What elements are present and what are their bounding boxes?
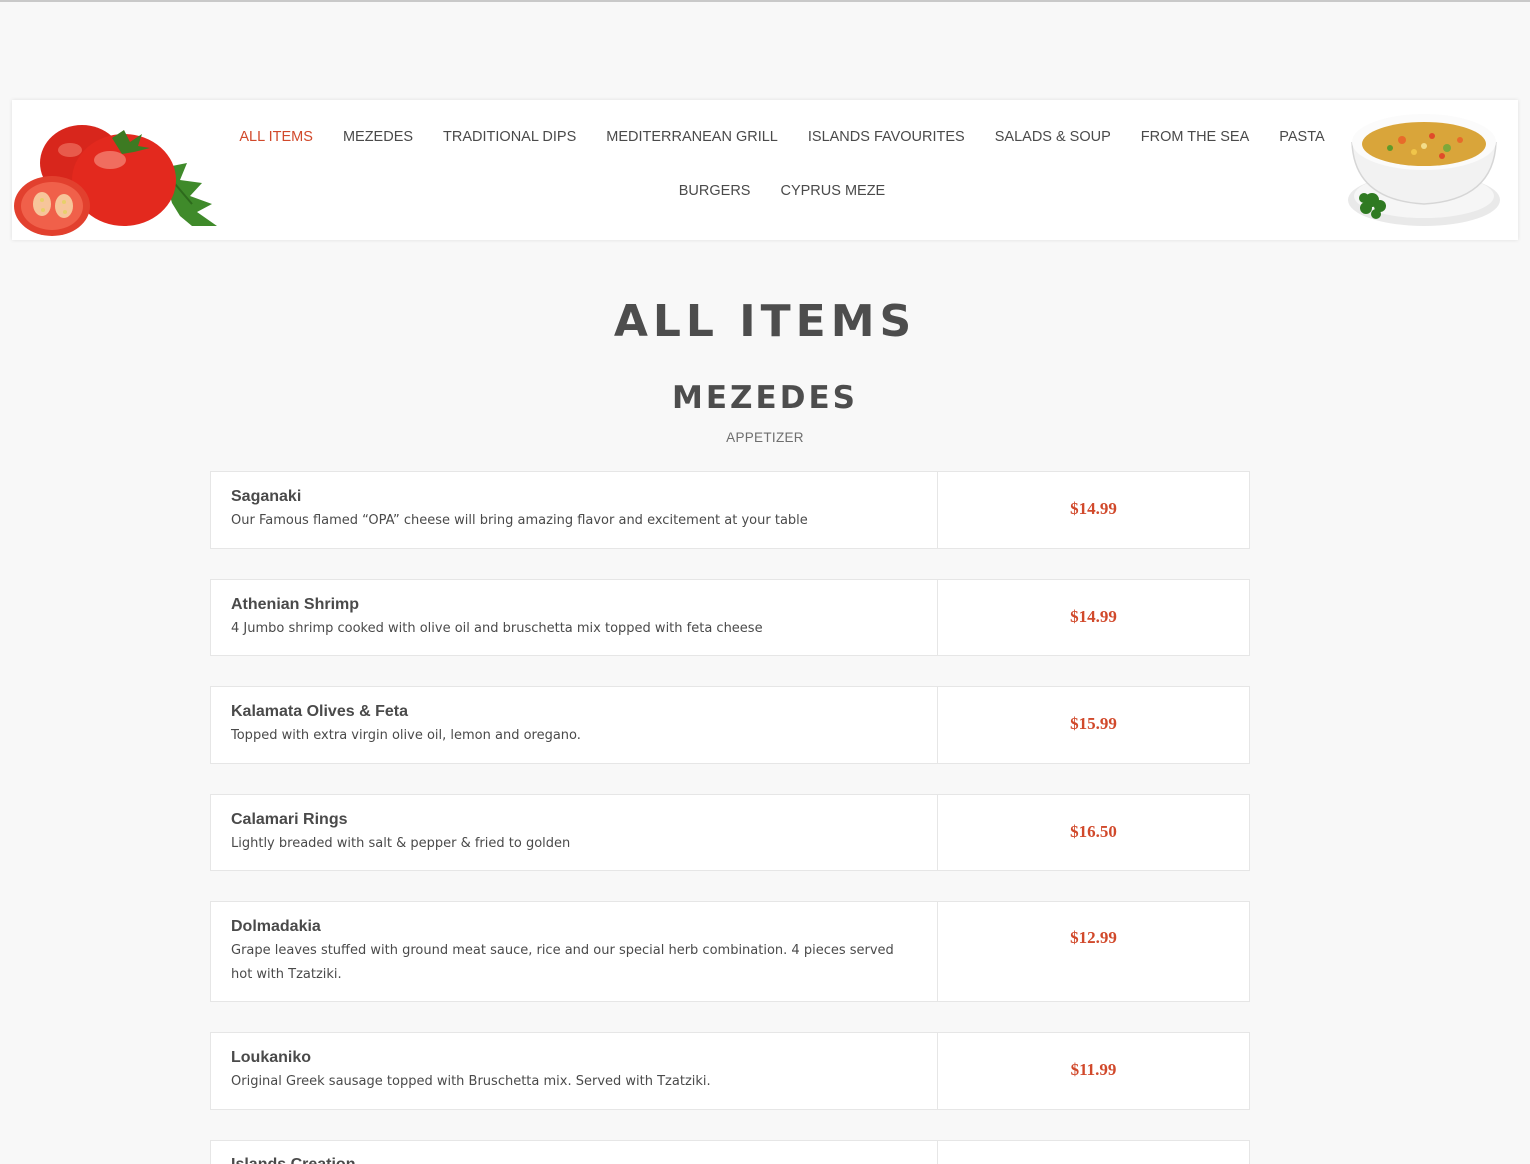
menu-item-description: Our Famous flamed “OPA” cheese will brin… (231, 513, 808, 528)
menu-item-name: Islands Creation (231, 1155, 917, 1164)
menu-item-price: $11.99 (1070, 1060, 1117, 1079)
category-nav-row-2: BURGERS CYPRUS MEZE (232, 164, 1332, 218)
menu-item[interactable]: Kalamata Olives & Feta Topped with extra… (210, 686, 1250, 764)
menu-item[interactable]: Loukaniko Original Greek sausage topped … (210, 1032, 1250, 1110)
nav-salads-soup[interactable]: SALADS & SOUP (980, 129, 1126, 145)
nav-traditional-dips[interactable]: TRADITIONAL DIPS (428, 129, 591, 145)
menu-item-name: Loukaniko (231, 1049, 312, 1066)
nav-mediterranean-grill[interactable]: MEDITERRANEAN GRILL (591, 129, 793, 145)
nav-burgers[interactable]: BURGERS (664, 183, 766, 199)
tomato-image (14, 125, 217, 236)
menu-item[interactable]: Calamari Rings Lightly breaded with salt… (210, 794, 1250, 871)
menu-item-name: Calamari Rings (231, 811, 348, 828)
menu-item[interactable]: Dolmadakia Grape leaves stuffed with gro… (210, 901, 1250, 1002)
menu-item-price (938, 1141, 1249, 1164)
soup-bowl-image (1348, 114, 1500, 226)
nav-mezedes[interactable]: MEZEDES (328, 129, 428, 145)
nav-from-the-sea[interactable]: FROM THE SEA (1126, 129, 1265, 145)
menu-item-description: Original Greek sausage topped with Brusc… (231, 1074, 711, 1089)
menu-item[interactable]: Saganaki Our Famous flamed “OPA” cheese … (210, 471, 1250, 549)
menu-item-name: Athenian Shrimp (231, 596, 360, 613)
menu-item-info: Athenian Shrimp 4 Jumbo shrimp cooked wi… (211, 580, 938, 655)
menu-item-price: $16.50 (1070, 821, 1117, 841)
menu-item-description: 4 Jumbo shrimp cooked with olive oil and… (231, 621, 763, 636)
menu-item-name: Kalamata Olives & Feta (231, 703, 408, 720)
nav-islands-favourites[interactable]: ISLANDS FAVOURITES (793, 129, 980, 145)
section-title: MEZEDES (672, 380, 858, 416)
menu-category-header: ALL ITEMS MEZEDES TRADITIONAL DIPS MEDIT… (12, 100, 1518, 240)
nav-cyprus-meze[interactable]: CYPRUS MEZE (765, 183, 900, 199)
menu-item-info: Saganaki Our Famous flamed “OPA” cheese … (211, 472, 938, 548)
menu-item[interactable]: Athenian Shrimp 4 Jumbo shrimp cooked wi… (210, 579, 1250, 656)
menu-item-description: Grape leaves stuffed with ground meat sa… (231, 943, 894, 982)
menu-item-info: Calamari Rings Lightly breaded with salt… (211, 795, 938, 870)
menu-item[interactable]: Islands Creation (210, 1140, 1250, 1164)
page-title: ALL ITEMS (613, 296, 917, 347)
menu-item-price: $15.99 (1070, 714, 1117, 733)
menu-item-price: $12.99 (1070, 928, 1117, 947)
menu-item-description: Lightly breaded with salt & pepper & fri… (231, 836, 571, 851)
nav-pasta[interactable]: PASTA (1264, 129, 1339, 145)
menu-item-info: Kalamata Olives & Feta Topped with extra… (211, 687, 938, 763)
section-subtitle: APPETIZER (726, 430, 804, 445)
menu-item-info: Dolmadakia Grape leaves stuffed with gro… (211, 902, 938, 1001)
menu-item-info: Loukaniko Original Greek sausage topped … (211, 1033, 938, 1109)
category-nav-row-1: ALL ITEMS MEZEDES TRADITIONAL DIPS MEDIT… (232, 110, 1332, 164)
menu-item-price: $14.99 (1070, 606, 1117, 626)
menu-item-name: Saganaki (231, 488, 302, 505)
menu-item-info: Islands Creation (211, 1141, 938, 1164)
top-divider (0, 0, 1530, 2)
menu-item-name: Dolmadakia (231, 918, 321, 935)
nav-all-items[interactable]: ALL ITEMS (224, 129, 328, 145)
menu-item-description: Topped with extra virgin olive oil, lemo… (231, 728, 581, 743)
category-nav: ALL ITEMS MEZEDES TRADITIONAL DIPS MEDIT… (232, 100, 1332, 240)
menu-item-price: $14.99 (1070, 499, 1117, 518)
